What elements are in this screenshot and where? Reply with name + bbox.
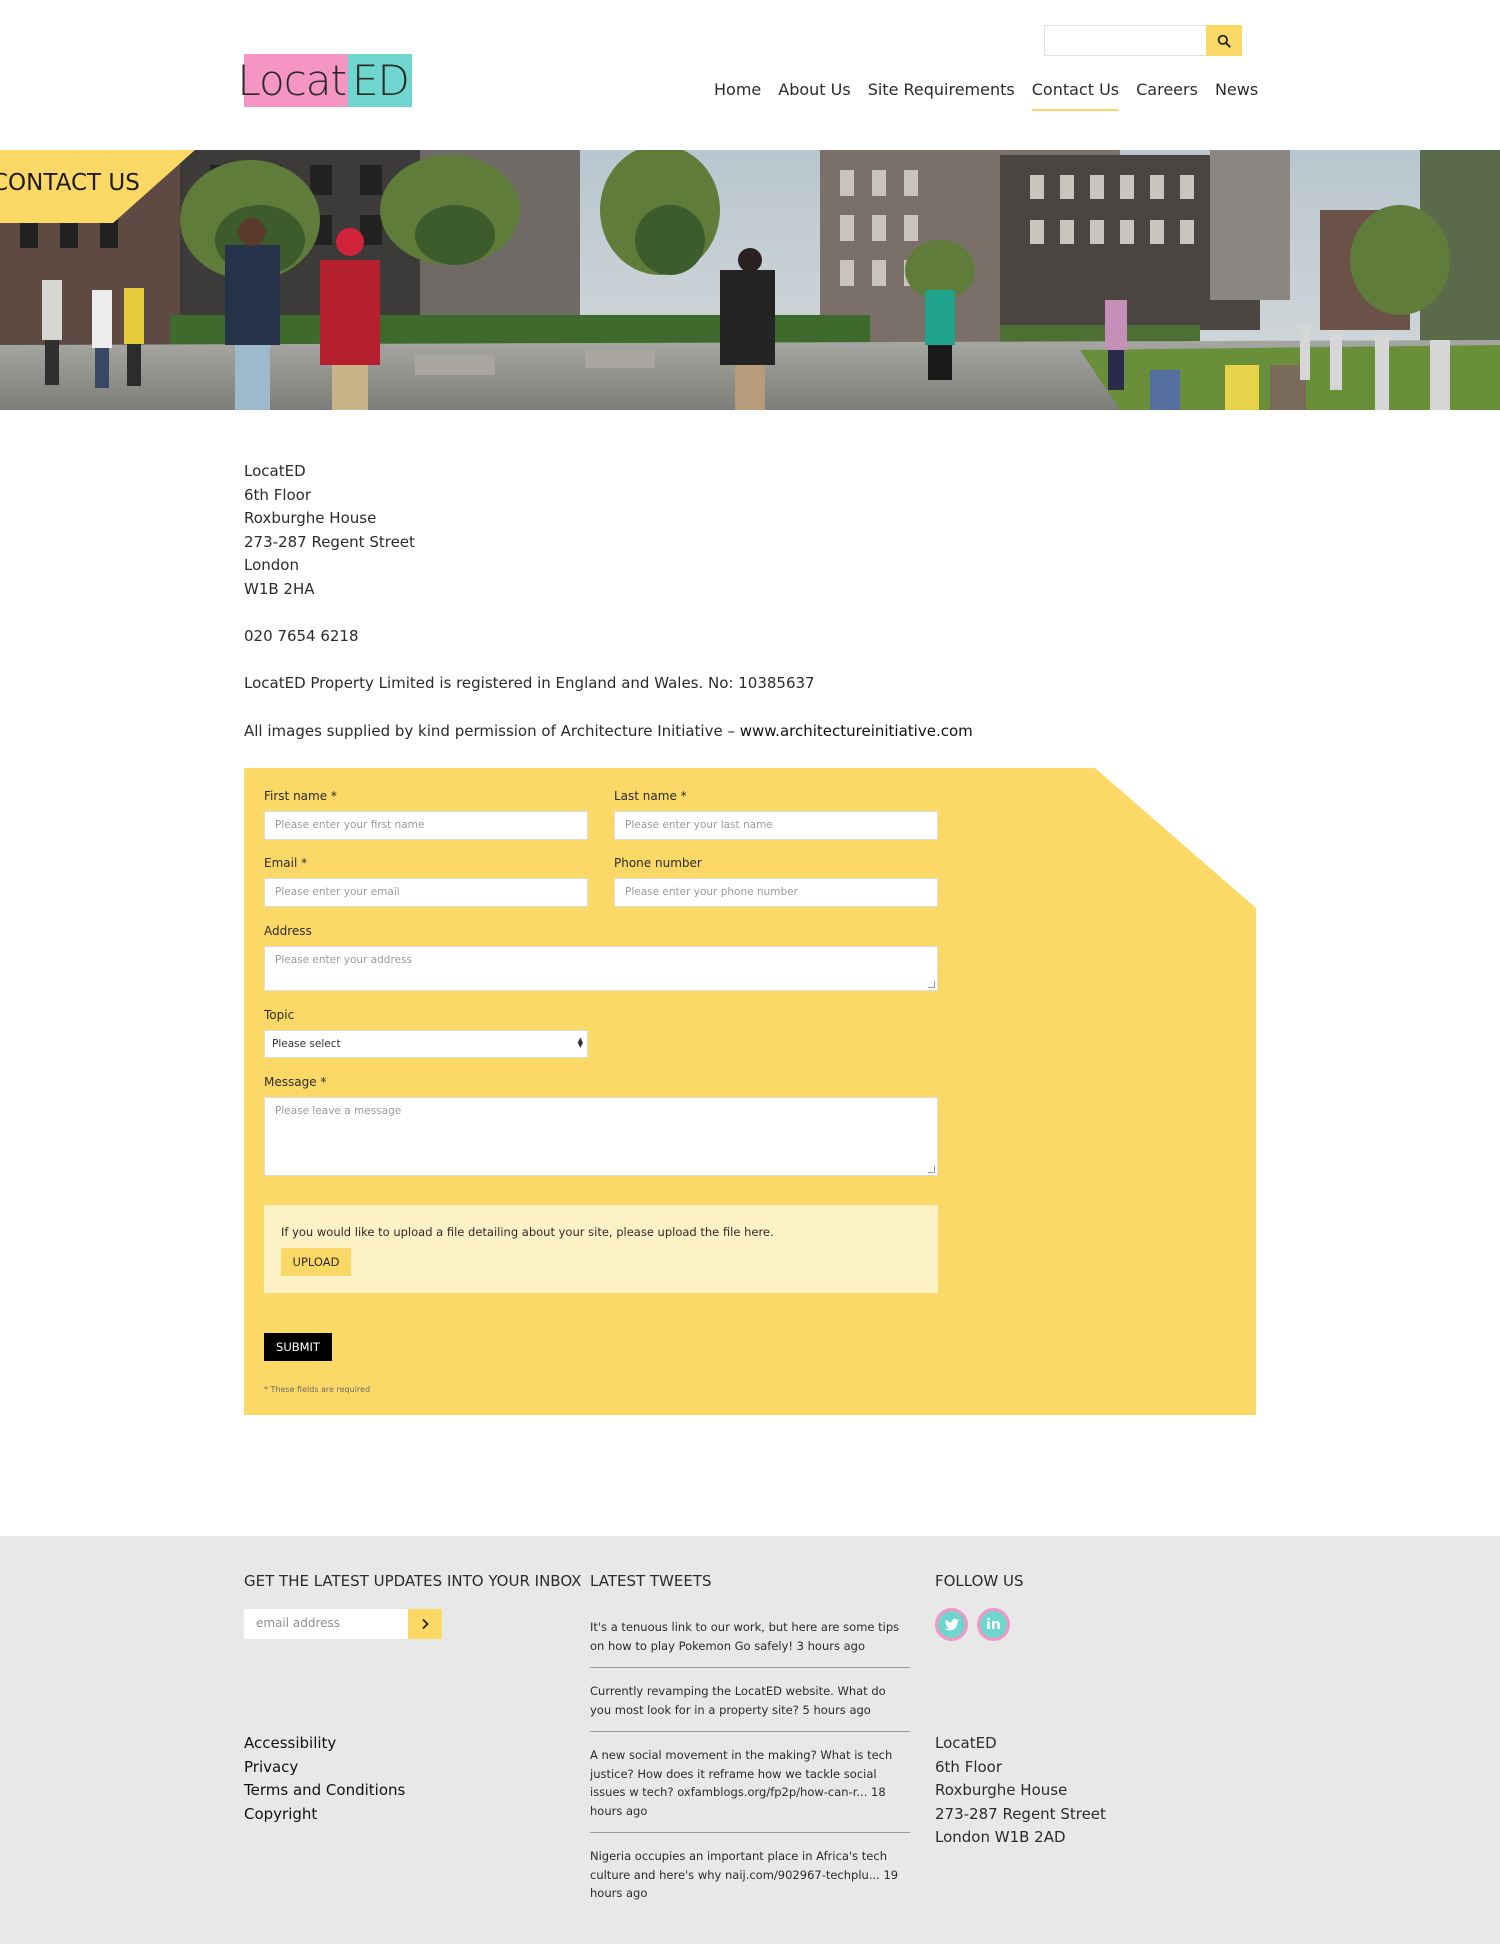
address-field[interactable]: Please enter your address [264,946,938,991]
registration-text: LocatED Property Limited is registered i… [244,674,815,693]
hero-banner: CONTACT US [0,150,1500,410]
address-line: 6th Floor [244,485,312,504]
twitter-icon [944,1618,959,1630]
social-links: in [935,1608,1010,1641]
last-name-field[interactable]: Please enter your last name [614,811,938,840]
topic-selected-value: Please select [272,1038,341,1050]
main-nav: Home About Us Site Requirements Contact … [714,80,1258,111]
page-title: CONTACT US [0,170,140,196]
image-credit-text: All images supplied by kind permission o… [244,721,740,740]
locat-ed-logo[interactable]: Locat ED [237,54,412,107]
image-credit: All images supplied by kind permission o… [244,720,973,744]
footer-address-line: 6th Floor [935,1757,1003,1776]
email-field[interactable]: Please enter your email [264,878,588,907]
address-line: 273-287 Regent Street [244,532,415,551]
upload-instructions: If you would like to upload a file detai… [281,1225,774,1239]
search-icon [1217,34,1231,48]
architecture-initiative-link[interactable]: www.architectureinitiative.com [740,722,973,740]
address-placeholder: Please enter your address [275,954,412,966]
message-placeholder: Please leave a message [275,1105,402,1117]
topic-select[interactable]: Please select ▲ ▼ [264,1030,588,1058]
linkedin-button[interactable]: in [977,1608,1010,1641]
select-arrows-icon: ▲ ▼ [577,1036,583,1049]
address-line: London [244,556,299,575]
site-header: Locat ED Home About Us Site Requirements… [0,0,1500,150]
address-line: LocatED [244,462,306,480]
hero-street-scene-image [0,150,1500,410]
tweet-item[interactable]: Currently revamping the LocatED website.… [590,1682,910,1732]
submit-button[interactable]: SUBMIT [264,1333,332,1361]
phone-number: 020 7654 6218 [244,627,359,646]
search-input[interactable] [1044,25,1206,56]
search-button[interactable] [1206,25,1242,56]
logo-text-left: Locat [237,56,347,105]
search-bar [1044,25,1242,56]
newsletter-heading: GET THE LATEST UPDATES INTO YOUR INBOX [244,1572,582,1590]
last-name-label: Last name * [614,789,687,803]
phone-label: Phone number [614,856,702,870]
footer-address-line: 273-287 Regent Street [935,1804,1106,1823]
first-name-label: First name * [264,789,337,803]
tweet-item[interactable]: A new social movement in the making? Wha… [590,1746,910,1833]
newsletter-submit-button[interactable] [408,1609,442,1639]
required-fields-note: * These fields are required [264,1385,371,1394]
first-name-field[interactable]: Please enter your first name [264,811,588,840]
nav-careers[interactable]: Careers [1136,80,1198,111]
contact-form: First name * Please enter your first nam… [244,768,1256,1415]
tweets-heading: LATEST TWEETS [590,1572,712,1590]
tweet-item[interactable]: It's a tenuous link to our work, but her… [590,1618,910,1668]
linkedin-icon: in [986,1616,1001,1633]
topic-label: Topic [264,1008,295,1022]
address-line: W1B 2HA [244,579,315,598]
logo-teal-block: ED [348,54,412,107]
resize-handle-icon[interactable] [928,981,935,988]
nav-contact-us[interactable]: Contact Us [1031,80,1120,111]
tweets-list: It's a tenuous link to our work, but her… [590,1618,910,1929]
nav-site-requirements[interactable]: Site Requirements [868,80,1015,111]
copyright-link[interactable]: Copyright [244,1803,405,1827]
nav-news[interactable]: News [1215,80,1258,111]
terms-link[interactable]: Terms and Conditions [244,1779,405,1803]
footer-links: Accessibility Privacy Terms and Conditio… [244,1732,405,1826]
phone-field[interactable]: Please enter your phone number [614,878,938,907]
address-line: Roxburghe House [244,509,377,528]
twitter-button[interactable] [935,1608,968,1641]
footer-address: LocatED 6th Floor Roxburghe House 273-28… [935,1732,1106,1850]
upload-section: If you would like to upload a file detai… [264,1205,938,1293]
newsletter-form: email address [244,1609,442,1639]
nav-about-us[interactable]: About Us [778,80,850,111]
message-label: Message * [264,1075,327,1089]
accessibility-link[interactable]: Accessibility [244,1732,405,1756]
address-block: LocatED 6th Floor Roxburghe House 273-28… [244,460,973,602]
message-field[interactable]: Please leave a message [264,1097,938,1176]
logo-pink-block: Locat [237,54,348,107]
contact-address: LocatED 6th Floor Roxburghe House 273-28… [244,460,973,767]
logo-text-right: ED [352,56,410,105]
resize-handle-icon[interactable] [928,1166,935,1173]
email-label: Email * [264,856,308,870]
address-label: Address [264,924,312,938]
tweet-item[interactable]: Nigeria occupies an important place in A… [590,1847,910,1915]
footer-address-line: London W1B 2AD [935,1828,1066,1847]
site-footer: GET THE LATEST UPDATES INTO YOUR INBOX e… [0,1536,1500,1944]
newsletter-email-input[interactable]: email address [244,1609,408,1639]
nav-home[interactable]: Home [714,80,761,111]
follow-heading: FOLLOW US [935,1572,1024,1590]
footer-address-line: LocatED [935,1734,997,1752]
footer-address-line: Roxburghe House [935,1781,1068,1800]
privacy-link[interactable]: Privacy [244,1756,405,1780]
upload-button[interactable]: UPLOAD [281,1248,351,1276]
chevron-right-icon [422,1618,429,1630]
